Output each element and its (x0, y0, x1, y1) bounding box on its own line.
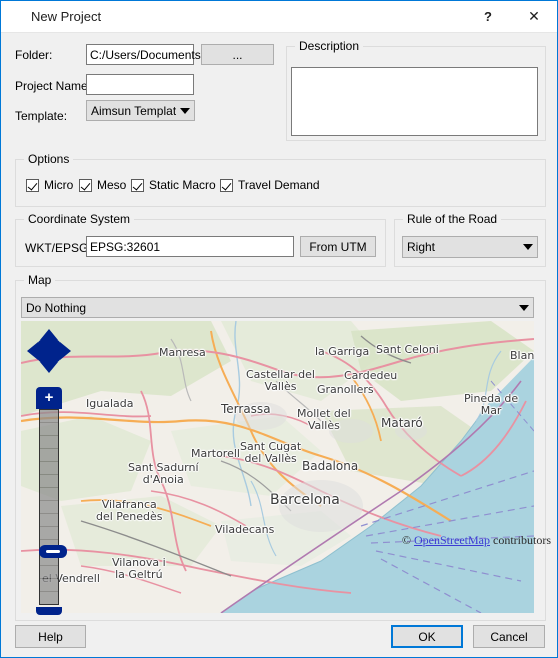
checkbox-micro-box (26, 178, 39, 192)
checkbox-meso-label: Meso (97, 178, 127, 192)
rule-of-the-road-group-title: Rule of the Road (403, 212, 502, 226)
map-zoom-control[interactable]: + (36, 387, 67, 615)
ok-button[interactable]: OK (391, 625, 463, 648)
description-group-title: Description (295, 39, 364, 53)
new-project-dialog: New Project ? ✕ Folder: C:/Users/Documen… (0, 0, 558, 658)
cancel-button[interactable]: Cancel (473, 625, 545, 648)
checkbox-static-macro[interactable]: Static Macro (131, 178, 216, 192)
checkbox-travel-demand-box (220, 178, 233, 192)
map-pan-control[interactable] (27, 329, 71, 373)
zoom-out-button[interactable] (36, 607, 62, 615)
pan-down-arrow-icon[interactable] (40, 362, 58, 373)
map-group-title: Map (24, 273, 56, 287)
chevron-down-icon (515, 304, 533, 311)
help-icon[interactable]: ? (465, 1, 511, 32)
openstreetmap-link[interactable]: OpenStreetMap (414, 533, 490, 547)
attribution-suffix: contributors (490, 533, 551, 547)
project-name-input[interactable] (86, 74, 194, 95)
folder-input[interactable]: C:/Users/Documents (86, 44, 201, 65)
options-group-title: Options (24, 152, 74, 166)
checkbox-static-macro-label: Static Macro (149, 178, 216, 192)
close-icon[interactable]: ✕ (511, 1, 557, 32)
chevron-down-icon (176, 107, 194, 114)
zoom-slider-handle[interactable] (39, 545, 67, 558)
rule-of-the-road-value: Right (407, 240, 436, 254)
pan-right-arrow-icon[interactable] (60, 342, 71, 360)
template-label: Template: (15, 109, 68, 123)
zoom-slider-track[interactable] (39, 409, 67, 605)
template-select[interactable]: Aimsun Template (86, 100, 195, 121)
checkbox-meso[interactable]: Meso (79, 178, 126, 192)
coordinate-system-group-title: Coordinate System (24, 212, 135, 226)
pan-center-disc (35, 337, 63, 365)
wkt-epsg-label: WKT/EPSG: (25, 241, 92, 255)
pan-up-arrow-icon[interactable] (40, 329, 58, 340)
window-title: New Project (31, 9, 102, 24)
folder-label: Folder: (15, 48, 53, 62)
checkbox-static-macro-box (131, 178, 144, 192)
template-select-value: Aimsun Template (91, 103, 176, 118)
description-textarea[interactable] (291, 67, 538, 136)
browse-folder-button[interactable]: ... (201, 44, 274, 65)
map-tiles (21, 321, 534, 613)
checkbox-micro-label: Micro (44, 178, 74, 192)
attribution-prefix: © (401, 533, 415, 547)
map-attribution: © OpenStreetMap contributors (402, 533, 551, 548)
wkt-epsg-input[interactable]: EPSG:32601 (86, 236, 294, 257)
checkbox-meso-box (79, 178, 92, 192)
rule-of-the-road-select[interactable]: Right (402, 236, 538, 258)
map-action-value: Do Nothing (26, 300, 87, 315)
checkbox-micro[interactable]: Micro (26, 178, 73, 192)
checkbox-travel-demand[interactable]: Travel Demand (220, 178, 320, 192)
zoom-in-button[interactable]: + (36, 387, 62, 409)
checkbox-travel-demand-label: Travel Demand (238, 178, 320, 192)
chevron-down-icon (519, 244, 537, 250)
map-action-select[interactable]: Do Nothing (21, 297, 534, 318)
project-name-label: Project Name: (15, 79, 92, 93)
title-bar: New Project ? ✕ (1, 1, 557, 33)
from-utm-button[interactable]: From UTM (300, 236, 376, 257)
help-button[interactable]: Help (15, 625, 86, 648)
map-canvas[interactable]: Manresa Igualada Castellar del Vallès Terra… (21, 321, 534, 613)
pan-left-arrow-icon[interactable] (27, 342, 38, 360)
